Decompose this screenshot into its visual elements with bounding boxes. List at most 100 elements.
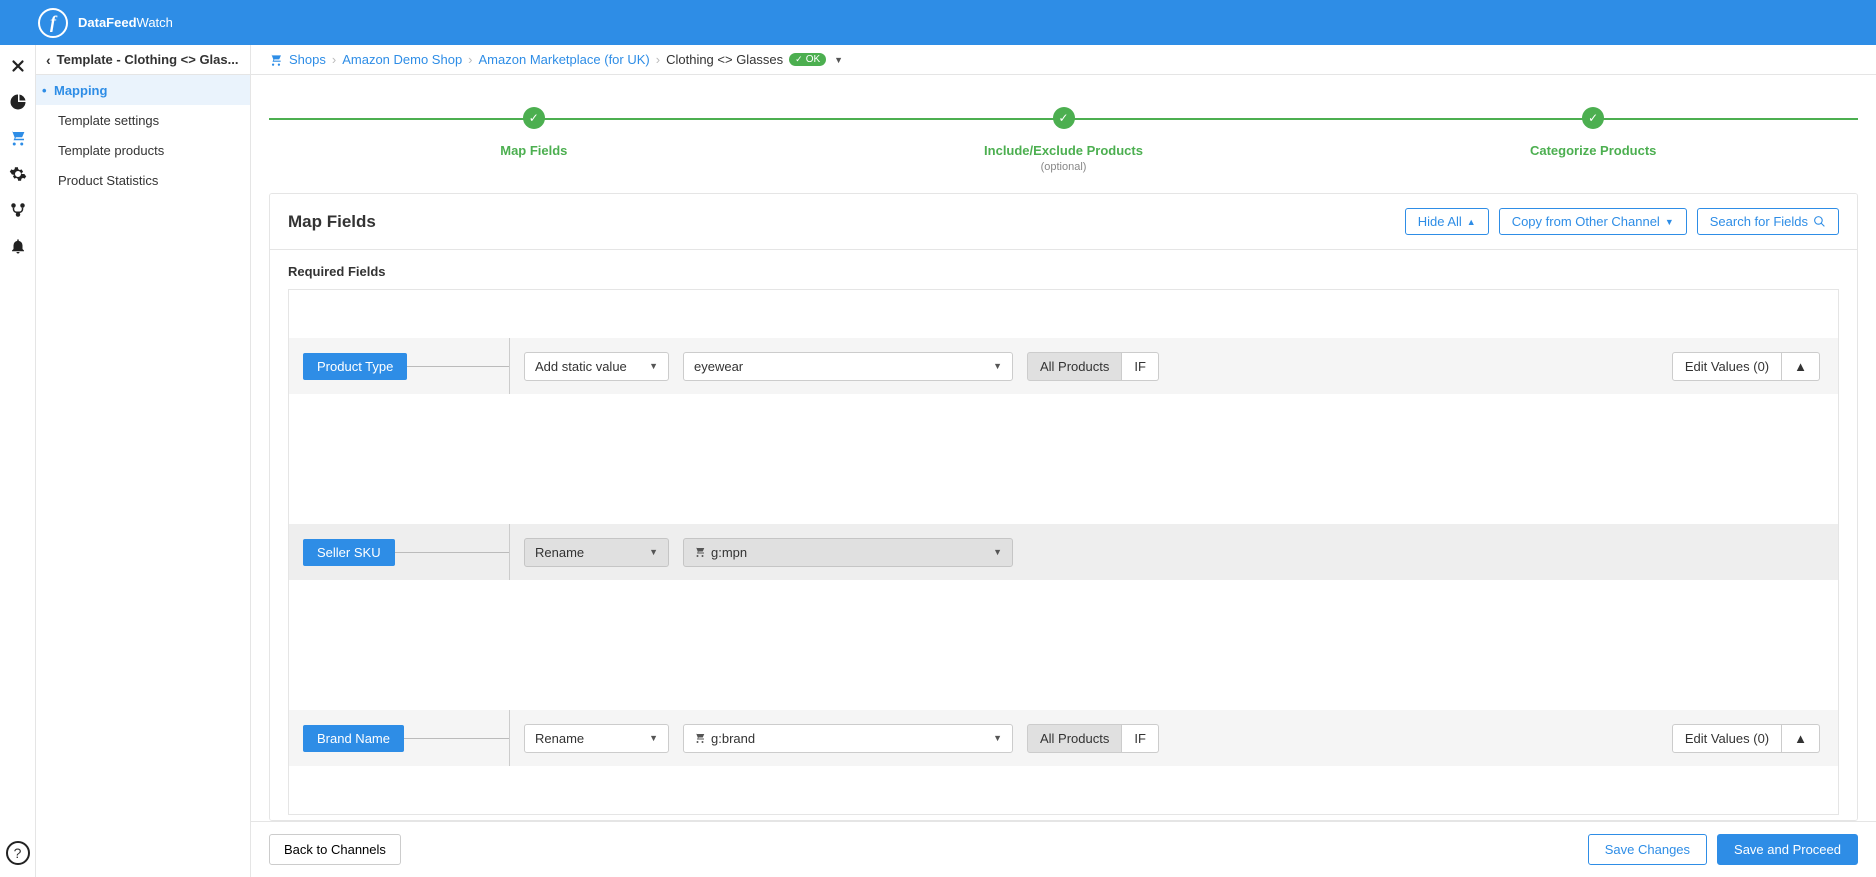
- step-check-icon: ✓: [1582, 107, 1604, 129]
- sidebar-item-template-settings[interactable]: Template settings: [36, 105, 250, 135]
- brand-text: DataFeedWatch: [78, 15, 173, 30]
- connector-sep: [509, 524, 510, 580]
- step-label: Map Fields: [269, 143, 799, 158]
- panel-header: Map Fields Hide All ▲ Copy from Other Ch…: [270, 194, 1857, 250]
- step-include-exclude[interactable]: ✓ Include/Exclude Products (optional): [799, 107, 1329, 173]
- value-label: g:brand: [711, 731, 755, 746]
- crumb-channel[interactable]: Amazon Marketplace (for UK): [479, 52, 650, 67]
- edit-values-button[interactable]: Edit Values (0): [1672, 724, 1782, 753]
- pie-chart-icon[interactable]: [9, 93, 27, 111]
- filter-if-button[interactable]: IF: [1122, 724, 1159, 753]
- crumb-shops[interactable]: Shops: [289, 52, 326, 67]
- crumb-shop[interactable]: Amazon Demo Shop: [342, 52, 462, 67]
- close-icon[interactable]: [9, 57, 27, 75]
- help-icon[interactable]: ?: [6, 841, 30, 865]
- step-check-icon: ✓: [1053, 107, 1075, 129]
- sidebar-header-label: Template - Clothing <> Glas...: [57, 52, 239, 67]
- gear-icon[interactable]: [9, 165, 27, 183]
- caret-down-icon: ▼: [993, 733, 1002, 743]
- breadcrumb: Shops › Amazon Demo Shop › Amazon Market…: [251, 45, 1876, 75]
- sidebar-item-label: Template products: [58, 143, 164, 158]
- crumb-dropdown-caret[interactable]: ▼: [834, 55, 843, 65]
- brand-bold: DataFeed: [78, 15, 137, 30]
- content: Shops › Amazon Demo Shop › Amazon Market…: [251, 45, 1876, 877]
- sidebar-back-button[interactable]: ‹ Template - Clothing <> Glas...: [36, 45, 250, 75]
- copy-channel-button[interactable]: Copy from Other Channel ▼: [1499, 208, 1687, 235]
- value-dropdown[interactable]: eyewear ▼: [683, 352, 1013, 381]
- sidebar-item-product-statistics[interactable]: Product Statistics: [36, 165, 250, 195]
- bell-icon[interactable]: [9, 237, 27, 255]
- search-fields-button[interactable]: Search for Fields: [1697, 208, 1839, 235]
- filter-all-products-button[interactable]: All Products: [1027, 724, 1122, 753]
- value-label: g:mpn: [711, 545, 747, 560]
- caret-up-icon: ▲: [1794, 731, 1807, 746]
- required-fields-label: Required Fields: [270, 250, 1857, 289]
- sidebar-item-label: Mapping: [54, 83, 107, 98]
- chevron-left-icon: ‹: [46, 52, 51, 68]
- step-check-icon: ✓: [523, 107, 545, 129]
- back-label: Back to Channels: [284, 842, 386, 857]
- status-text: OK: [806, 54, 820, 65]
- caret-down-icon: ▼: [993, 361, 1002, 371]
- sidebar-item-label: Product Statistics: [58, 173, 158, 188]
- back-to-channels-button[interactable]: Back to Channels: [269, 834, 401, 865]
- step-categorize[interactable]: ✓ Categorize Products: [1328, 107, 1858, 173]
- collapse-button[interactable]: ▲: [1782, 352, 1820, 381]
- caret-down-icon: ▼: [649, 733, 658, 743]
- icon-rail: ?: [0, 45, 36, 877]
- crumb-template: Clothing <> Glasses: [666, 52, 783, 67]
- save-proceed-button[interactable]: Save and Proceed: [1717, 834, 1858, 865]
- mode-label: Rename: [535, 731, 584, 746]
- edit-values-group: Edit Values (0) ▲: [1672, 352, 1820, 381]
- map-fields-panel: Map Fields Hide All ▲ Copy from Other Ch…: [269, 193, 1858, 821]
- sidebar-item-template-products[interactable]: Template products: [36, 135, 250, 165]
- sidebar: ‹ Template - Clothing <> Glas... Mapping…: [36, 45, 251, 877]
- edit-label: Edit Values (0): [1685, 359, 1769, 374]
- step-sublabel: (optional): [799, 161, 1329, 173]
- caret-down-icon: ▼: [993, 547, 1002, 557]
- connector-sep: [509, 338, 510, 394]
- value-dropdown[interactable]: g:brand ▼: [683, 724, 1013, 753]
- connector-line: [395, 552, 509, 553]
- cart-icon: [269, 53, 283, 67]
- connector-line: [407, 366, 509, 367]
- crumb-sep: ›: [468, 52, 472, 67]
- hide-all-button[interactable]: Hide All ▲: [1405, 208, 1489, 235]
- collapse-button[interactable]: ▲: [1782, 724, 1820, 753]
- search-icon: [1813, 215, 1826, 228]
- sidebar-item-mapping[interactable]: Mapping: [36, 75, 250, 105]
- field-row-product-type: Product Type Add static value ▼ e: [289, 290, 1838, 476]
- hide-all-label: Hide All: [1418, 214, 1462, 229]
- connector-line: [404, 738, 509, 739]
- save-label: Save Changes: [1605, 842, 1690, 857]
- search-label: Search for Fields: [1710, 214, 1808, 229]
- proceed-label: Save and Proceed: [1734, 842, 1841, 857]
- filter-toggle: All Products IF: [1027, 352, 1159, 381]
- fields-box: Product Type Add static value ▼ e: [288, 289, 1839, 815]
- caret-up-icon: ▲: [1794, 359, 1807, 374]
- field-row-seller-sku: Seller SKU Rename ▼ g:mpn: [289, 476, 1838, 662]
- mode-dropdown[interactable]: Rename ▼: [524, 538, 669, 567]
- status-badge: OK: [789, 53, 826, 66]
- if-label: IF: [1134, 359, 1146, 374]
- cart-icon: [694, 546, 706, 558]
- save-changes-button[interactable]: Save Changes: [1588, 834, 1707, 865]
- edit-label: Edit Values (0): [1685, 731, 1769, 746]
- branch-icon[interactable]: [9, 201, 27, 219]
- filter-all-products-button[interactable]: All Products: [1027, 352, 1122, 381]
- filter-if-button[interactable]: IF: [1122, 352, 1159, 381]
- step-map-fields[interactable]: ✓ Map Fields: [269, 107, 799, 173]
- caret-down-icon: ▼: [649, 361, 658, 371]
- cart-icon[interactable]: [9, 129, 27, 147]
- field-tag: Brand Name: [303, 725, 404, 752]
- copy-label: Copy from Other Channel: [1512, 214, 1660, 229]
- footer: Back to Channels Save Changes Save and P…: [251, 821, 1876, 877]
- mode-dropdown[interactable]: Rename ▼: [524, 724, 669, 753]
- caret-down-icon: ▼: [649, 547, 658, 557]
- mode-dropdown[interactable]: Add static value ▼: [524, 352, 669, 381]
- value-dropdown[interactable]: g:mpn ▼: [683, 538, 1013, 567]
- mode-label: Rename: [535, 545, 584, 560]
- brand-light: Watch: [137, 15, 173, 30]
- edit-values-button[interactable]: Edit Values (0): [1672, 352, 1782, 381]
- stepper: ✓ Map Fields ✓ Include/Exclude Products …: [251, 75, 1876, 193]
